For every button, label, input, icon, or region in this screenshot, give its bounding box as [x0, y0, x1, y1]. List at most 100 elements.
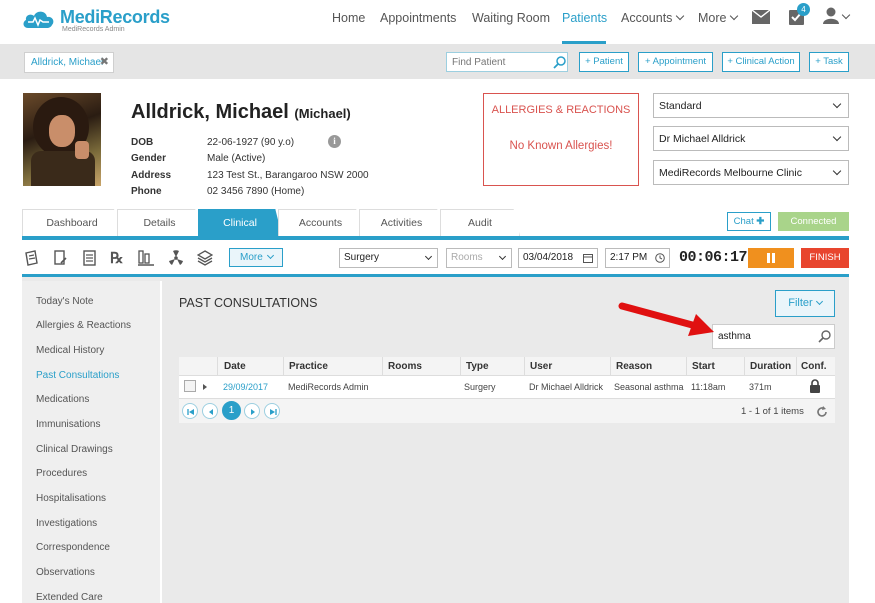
location-select[interactable]: Surgery: [339, 248, 438, 268]
info-icon[interactable]: i: [328, 135, 341, 148]
open-patient-tab-label: Alldrick, Michael: [31, 57, 104, 68]
finish-button[interactable]: FINISH: [801, 248, 849, 268]
notes-icon[interactable]: [25, 250, 39, 266]
consultation-search-input[interactable]: [712, 324, 835, 349]
task-count-badge: 4: [797, 3, 810, 16]
next-page-button[interactable]: [244, 403, 260, 419]
chevron-down-icon: [832, 132, 842, 142]
add-clinical-action-button[interactable]: + Clinical Action: [722, 52, 800, 72]
clock-icon[interactable]: [655, 253, 665, 263]
user-avatar-icon[interactable]: [823, 7, 839, 24]
cell-date[interactable]: 29/09/2017: [223, 382, 268, 392]
appointment-type-select[interactable]: Standard: [653, 93, 849, 118]
address-label: Address: [131, 170, 172, 181]
col-rooms[interactable]: Rooms: [388, 361, 422, 372]
practitioner-select[interactable]: Dr Michael Alldrick: [653, 126, 849, 151]
search-icon[interactable]: [818, 329, 832, 343]
sidebar-item-immunisations[interactable]: Immunisations: [36, 419, 100, 430]
report-icon[interactable]: [83, 250, 97, 266]
current-page-button[interactable]: 1: [222, 401, 241, 420]
col-user[interactable]: User: [530, 361, 552, 372]
col-start[interactable]: Start: [692, 361, 715, 372]
cell-user: Dr Michael Alldrick: [529, 382, 604, 392]
connected-status: Connected: [778, 212, 849, 231]
app-subtitle: MediRecords Admin: [62, 26, 125, 33]
col-duration[interactable]: Duration: [750, 361, 791, 372]
col-conf[interactable]: Conf.: [801, 361, 827, 372]
toolbar-more-button[interactable]: More: [229, 248, 283, 267]
add-task-button[interactable]: + Task: [809, 52, 849, 72]
row-checkbox[interactable]: [184, 380, 196, 392]
col-date[interactable]: Date: [224, 361, 246, 372]
first-page-button[interactable]: [182, 403, 198, 419]
mail-icon[interactable]: [752, 10, 770, 24]
sidebar-item-past-consultations[interactable]: Past Consultations: [36, 370, 119, 381]
calendar-icon[interactable]: [583, 253, 593, 263]
lock-icon: [810, 379, 820, 393]
date-input[interactable]: 03/04/2018: [518, 248, 598, 268]
chevron-down-icon: [832, 99, 842, 109]
prescription-rx-icon[interactable]: ℞: [110, 249, 123, 268]
tab-activities[interactable]: Activities: [359, 209, 444, 236]
search-icon[interactable]: [553, 55, 567, 69]
expand-row-icon[interactable]: [203, 384, 207, 390]
sidebar-item-procedures[interactable]: Procedures: [36, 468, 87, 479]
tab-details[interactable]: Details: [117, 209, 202, 236]
nav-accounts[interactable]: Accounts: [621, 11, 685, 25]
time-input[interactable]: 2:17 PM: [605, 248, 670, 268]
user-menu-chevron-icon[interactable]: [841, 10, 851, 20]
radiation-imaging-icon[interactable]: [168, 250, 184, 266]
cell-practice: MediRecords Admin: [288, 382, 369, 392]
sidebar-item-correspondence[interactable]: Correspondence: [36, 542, 110, 553]
chat-button[interactable]: Chat ✚: [727, 212, 771, 231]
refresh-icon[interactable]: [816, 406, 828, 418]
filter-button[interactable]: Filter: [775, 290, 835, 317]
find-patient-input[interactable]: [446, 52, 568, 72]
sidebar-item-todays-note[interactable]: Today's Note: [36, 296, 94, 307]
nav-waiting-room[interactable]: Waiting Room: [472, 11, 550, 25]
lab-results-icon[interactable]: [138, 250, 154, 266]
pause-button[interactable]: [748, 248, 794, 268]
allergies-panel[interactable]: ALLERGIES & REACTIONS No Known Allergies…: [483, 93, 639, 186]
nav-more[interactable]: More: [698, 11, 739, 25]
tab-accounts[interactable]: Accounts: [278, 209, 363, 236]
table-header: Date Practice Rooms Type User Reason Sta…: [179, 357, 835, 376]
pagination: 1 1 - 1 of 1 items: [179, 398, 835, 423]
gender-value: Male (Active): [207, 153, 266, 164]
layers-icon[interactable]: [197, 250, 213, 266]
nav-home[interactable]: Home: [332, 11, 365, 25]
col-type[interactable]: Type: [466, 361, 489, 372]
sidebar-item-hospitalisations[interactable]: Hospitalisations: [36, 493, 106, 504]
filter-label: Filter: [788, 297, 813, 309]
document-edit-icon[interactable]: [54, 250, 68, 266]
chevron-down-icon: [266, 251, 274, 260]
sidebar-item-investigations[interactable]: Investigations: [36, 518, 97, 529]
last-page-button[interactable]: [264, 403, 280, 419]
sidebar-item-extended-care[interactable]: Extended Care: [36, 592, 103, 603]
add-patient-button[interactable]: + Patient: [579, 52, 629, 72]
sidebar-item-allergies[interactable]: Allergies & Reactions: [36, 320, 131, 331]
medirecords-logo[interactable]: MediRecords MediRecords Admin: [22, 6, 170, 36]
rooms-select[interactable]: Rooms: [446, 248, 512, 268]
nav-appointments[interactable]: Appointments: [380, 11, 456, 25]
prev-page-button[interactable]: [202, 403, 218, 419]
sidebar-item-observations[interactable]: Observations: [36, 567, 95, 578]
col-reason[interactable]: Reason: [616, 361, 652, 372]
sidebar-item-clinical-drawings[interactable]: Clinical Drawings: [36, 444, 113, 455]
first-page-icon: [187, 409, 194, 415]
phone-value: 02 3456 7890 (Home): [207, 186, 305, 197]
phone-label: Phone: [131, 186, 162, 197]
tab-clinical[interactable]: Clinical: [198, 209, 282, 236]
add-appointment-button[interactable]: + Appointment: [638, 52, 713, 72]
clinic-select[interactable]: MediRecords Melbourne Clinic: [653, 160, 849, 185]
open-patient-tab[interactable]: Alldrick, Michael ✖: [24, 52, 114, 73]
nav-patients[interactable]: Patients: [562, 11, 607, 25]
close-icon[interactable]: ✖: [100, 55, 109, 68]
tab-dashboard[interactable]: Dashboard: [22, 209, 122, 236]
patient-photo: [23, 93, 101, 186]
sidebar-item-medications[interactable]: Medications: [36, 394, 89, 405]
tab-audit[interactable]: Audit: [440, 209, 520, 236]
col-practice[interactable]: Practice: [289, 361, 328, 372]
gender-label: Gender: [131, 153, 167, 164]
sidebar-item-medical-history[interactable]: Medical History: [36, 345, 104, 356]
